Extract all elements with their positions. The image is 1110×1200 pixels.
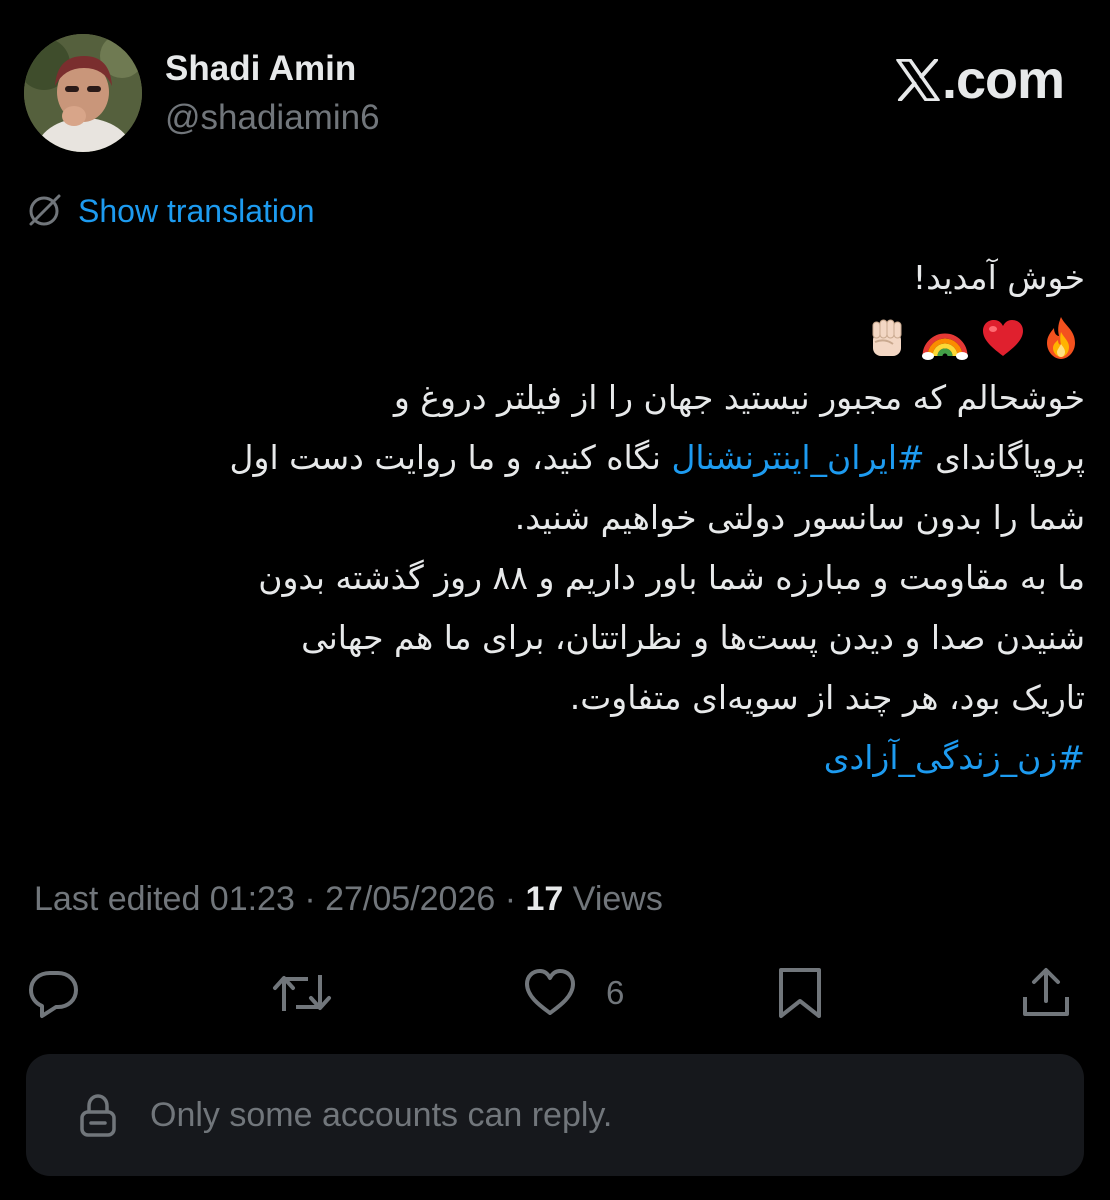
retweet-icon [273, 975, 331, 1011]
reply-restriction-text: Only some accounts can reply. [150, 1095, 613, 1134]
reply-button[interactable] [26, 960, 82, 1026]
tweet-text-span: پروپاگاندای [924, 438, 1085, 477]
profile-photo [24, 34, 142, 152]
tweet-line: شنیدن صدا و دیدن پست‌ها و نظراتتان، برای… [301, 618, 1085, 657]
tweet-line: پروپاگاندای #ایران_اینترنشنال نگاه کنید،… [30, 428, 1085, 488]
tweet-line: خوشحالم که مجبور نیستید جهان را از فیلتر… [393, 378, 1085, 417]
bookmark-icon [779, 968, 821, 1018]
reply-icon [29, 971, 78, 1018]
display-name[interactable]: Shadi Amin [165, 48, 356, 90]
heart-emoji [983, 320, 1023, 356]
x-logo-icon [896, 59, 940, 101]
edited-timestamp[interactable]: Last edited 01:23 · 27/05/2026 · [34, 880, 525, 918]
tweet-line: ما به مقاومت و مبارزه شما باور داریم و ۸… [258, 558, 1085, 597]
hashtag-link[interactable]: #ایران_اینترنشنال [671, 438, 924, 477]
rainbow-emoji [922, 333, 968, 360]
brand-watermark: .com [896, 50, 1065, 110]
user-handle[interactable]: @shadiamin6 [165, 97, 380, 139]
tweet-line: تاریک بود، هر چند از سویه‌ای متفاوت. [569, 678, 1085, 717]
tweet-line: شما را بدون سانسور دولتی خواهیم شنید. [514, 498, 1085, 537]
tweet-line: #زن_زندگی_آزادی [30, 728, 1085, 788]
bookmark-button[interactable] [772, 960, 828, 1026]
tweet-text: خوش آمدید! خوشحالم که مجبور نیستید جهان … [30, 248, 1085, 788]
views-count: 17 [525, 880, 564, 918]
share-icon [1023, 968, 1069, 1016]
action-bar: 6 [0, 960, 1110, 1026]
lock-icon [80, 1094, 116, 1137]
share-button[interactable] [1018, 960, 1074, 1026]
like-button[interactable]: 6 [522, 960, 624, 1026]
raised-fist-emoji [872, 319, 902, 356]
reply-restriction-bar: Only some accounts can reply. [26, 1054, 1084, 1176]
show-translation-link[interactable]: Show translation [78, 193, 315, 230]
heart-icon [525, 969, 575, 1015]
brand-domain: .com [941, 50, 1065, 110]
emoji-row [30, 308, 1085, 368]
tweet-line: خوش آمدید! [912, 258, 1085, 297]
views-label: Views [563, 880, 663, 918]
tweet-text-span: نگاه کنید، و ما روایت دست اول [229, 438, 672, 477]
hashtag-link[interactable]: #زن_زندگی_آزادی [824, 738, 1085, 777]
translation-row[interactable]: Show translation [26, 190, 315, 232]
globe-slash-icon [29, 194, 61, 226]
tweet-meta: Last edited 01:23 · 27/05/2026 · 17 View… [34, 876, 663, 922]
avatar[interactable] [24, 34, 142, 152]
retweet-button[interactable] [272, 960, 332, 1026]
like-count: 6 [606, 974, 625, 1011]
fire-emoji [1047, 317, 1075, 359]
